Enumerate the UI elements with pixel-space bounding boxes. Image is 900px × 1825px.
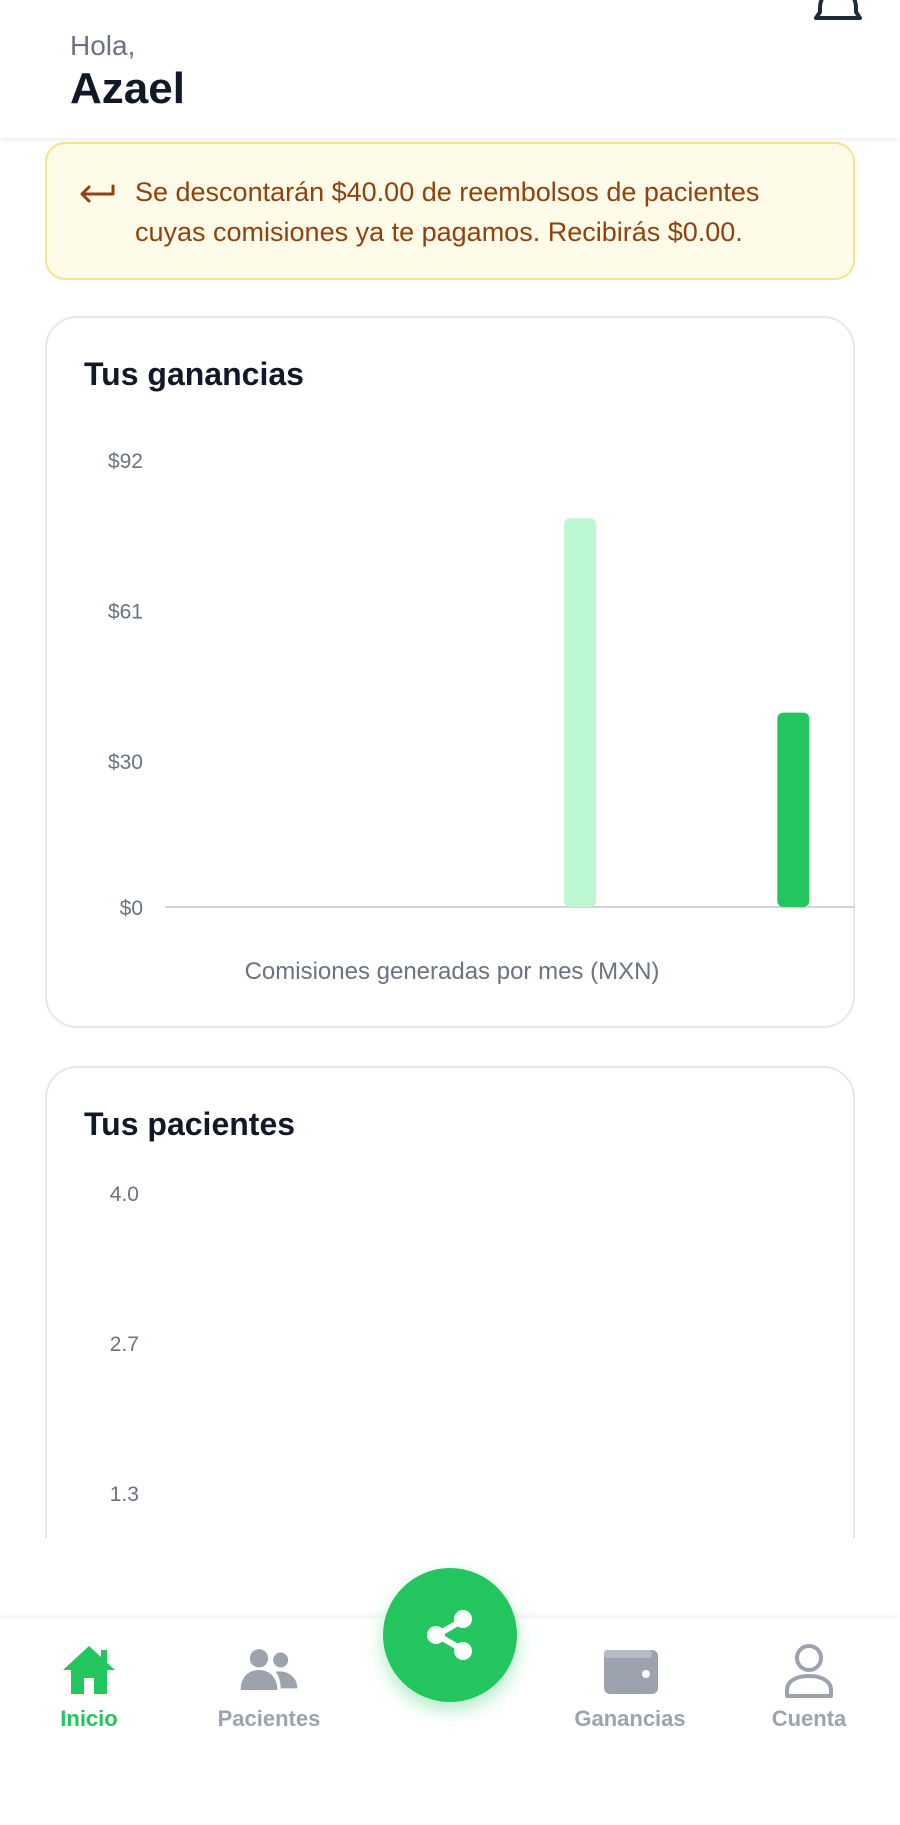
- y-tick-label: 2.7: [110, 1333, 139, 1356]
- x-tick-label: jul: [728, 936, 750, 938]
- refund-alert: Se descontarán $40.00 de reembolsos de p…: [45, 142, 855, 280]
- y-tick-label: $92: [108, 450, 143, 473]
- x-tick-label: jun: [672, 936, 701, 938]
- user-icon: [785, 1644, 833, 1698]
- home-icon: [63, 1646, 115, 1694]
- wallet-icon: [604, 1650, 658, 1694]
- bar-abr[interactable]: [564, 518, 597, 907]
- return-arrow-icon: [80, 184, 115, 203]
- tab-cuenta-label: Cuenta: [771, 1706, 847, 1731]
- y-tick-label: $30: [108, 751, 143, 774]
- earnings-caption: Comisiones generadas por mes (MXN): [244, 958, 660, 985]
- tab-inicio[interactable]: Inicio: [14, 1618, 164, 1748]
- greeting-label: Hola,: [70, 30, 136, 61]
- tab-cuenta[interactable]: Cuenta: [734, 1618, 884, 1748]
- bar-ago[interactable]: [777, 712, 810, 907]
- x-tick-label: ene: [403, 936, 438, 938]
- tab-ganancias[interactable]: Ganancias: [555, 1618, 705, 1748]
- y-tick-label: $0: [120, 897, 143, 920]
- header: Hola, Azael: [0, 0, 900, 138]
- x-tick-label: abr: [565, 936, 595, 938]
- x-tick-label: nov: [297, 936, 331, 938]
- main-content: Se descontarán $40.00 de reembolsos de p…: [0, 138, 900, 1538]
- users-icon: [240, 1649, 298, 1690]
- y-tick-label: 1.3: [110, 1483, 139, 1506]
- x-tick-label: mar: [509, 936, 545, 938]
- tab-pacientes[interactable]: Pacientes: [194, 1618, 344, 1748]
- bell-icon[interactable]: [812, 0, 864, 30]
- x-tick-label: may: [614, 936, 654, 938]
- share-button[interactable]: [383, 1568, 517, 1702]
- x-tick-label: oct: [246, 936, 274, 938]
- earnings-card: Tus ganancias $0$30$61$92sepoctnovdicene…: [45, 316, 855, 1028]
- username-label: Azael: [70, 64, 185, 113]
- earnings-chart: $0 $30 $61 $92 sep oct nov dic ene feb mar abr may ju…: [108, 450, 855, 938]
- x-tick-label: feb: [459, 936, 488, 938]
- x-tick-label: sep: [190, 936, 224, 938]
- alert-text: Se descontarán $40.00 de reembolsos de p…: [135, 177, 760, 247]
- patients-chart: 1.3 2.7 4.0: [110, 1183, 139, 1506]
- share-icon: [427, 1610, 472, 1660]
- tab-ganancias-label: Ganancias: [574, 1706, 686, 1731]
- tab-inicio-label: Inicio: [60, 1706, 118, 1731]
- y-tick-label: 4.0: [110, 1183, 139, 1206]
- patients-card: Tus pacientes 1.3 2.7 4.0: [45, 1066, 855, 1538]
- x-tick-label: dic: [353, 936, 380, 938]
- y-tick-label: $61: [108, 601, 143, 624]
- tab-pacientes-label: Pacientes: [217, 1706, 321, 1731]
- x-tick-label: ago: [776, 936, 811, 938]
